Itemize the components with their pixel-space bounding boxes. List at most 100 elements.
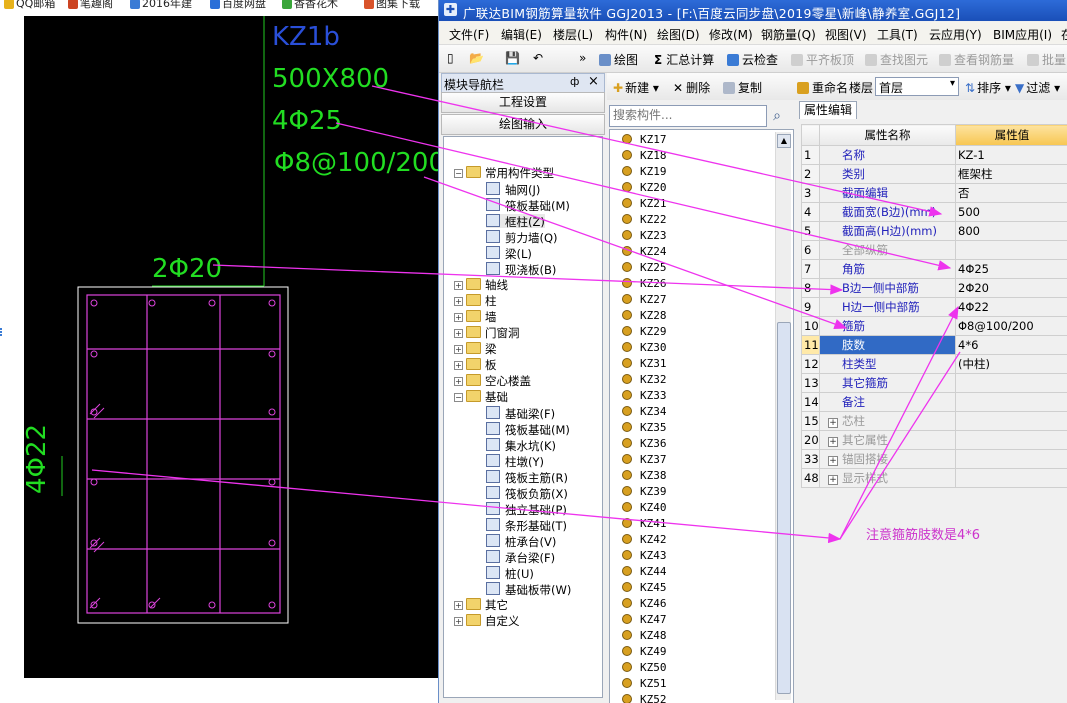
tree-toggle-wall[interactable]: + <box>454 313 463 322</box>
filter-button[interactable]: ▼ 过滤 ▾ <box>1015 79 1060 96</box>
list-item[interactable]: KZ37 <box>622 452 667 467</box>
list-item[interactable]: KZ23 <box>622 228 667 243</box>
list-item[interactable]: KZ44 <box>622 564 667 579</box>
tree-item-strip-footing[interactable]: 条形基础(T) <box>486 518 567 533</box>
property-value[interactable]: 4*6 <box>955 335 1067 355</box>
pin-icon[interactable]: ф <box>570 75 579 88</box>
list-item[interactable]: KZ35 <box>622 420 667 435</box>
property-value[interactable]: Φ8@100/200 <box>955 316 1067 336</box>
delete-button[interactable]: ✕ 删除 <box>673 79 710 96</box>
expand-icon[interactable]: + <box>828 418 838 428</box>
batch-button[interactable]: 批量 <box>1027 51 1066 68</box>
property-row[interactable]: 7 角筋 4Φ25 <box>801 259 1067 279</box>
list-item[interactable]: KZ17 <box>622 132 667 147</box>
property-value[interactable]: 4Φ25 <box>955 259 1067 279</box>
scroll-up-icon[interactable]: ▲ <box>777 134 791 148</box>
cloud-check-button[interactable]: 云检查 <box>727 51 778 68</box>
list-item[interactable]: KZ41 <box>622 516 667 531</box>
menu-bim[interactable]: BIM应用(I) <box>993 26 1052 43</box>
list-item[interactable]: KZ50 <box>622 660 667 675</box>
copy-button[interactable]: 复制 <box>723 79 762 96</box>
menu-floor[interactable]: 楼层(L) <box>553 26 593 43</box>
list-item[interactable]: KZ24 <box>622 244 667 259</box>
property-row[interactable]: 15 + 芯柱 <box>801 411 1067 431</box>
list-scrollbar[interactable]: ▲ <box>775 132 791 700</box>
scrollbar-thumb[interactable] <box>777 322 791 694</box>
tree-item-slab[interactable]: 现浇板(B) <box>486 262 556 277</box>
rename-button[interactable]: 重命名 <box>797 79 848 96</box>
list-item[interactable]: KZ40 <box>622 500 667 515</box>
tree-toggle-slab[interactable]: + <box>454 361 463 370</box>
property-row[interactable]: 8 B边一侧中部筋 2Φ20 <box>801 278 1067 298</box>
tree-item-pile[interactable]: 桩(U) <box>486 566 534 581</box>
property-row[interactable]: 3 截面编辑否 <box>801 183 1067 203</box>
tree-toggle-axis[interactable]: + <box>454 281 463 290</box>
tree-node-openings[interactable]: 门窗洞 <box>466 326 520 340</box>
menu-cloud[interactable]: 云应用(Y) <box>929 26 982 43</box>
property-row[interactable]: 11 肢数 4*6 <box>801 335 1067 355</box>
list-item[interactable]: KZ39 <box>622 484 667 499</box>
list-item[interactable]: KZ21 <box>622 196 667 211</box>
new-file-icon[interactable]: ▯ <box>447 51 454 65</box>
save-icon[interactable]: 💾 <box>505 51 520 65</box>
list-item[interactable]: KZ22 <box>622 212 667 227</box>
property-value[interactable] <box>955 411 1067 431</box>
list-item[interactable]: KZ28 <box>622 308 667 323</box>
property-value[interactable] <box>955 392 1067 412</box>
tree-toggle-hollow[interactable]: + <box>454 377 463 386</box>
property-row[interactable]: 9 H边一侧中部筋 4Φ22 <box>801 297 1067 317</box>
property-value[interactable]: 800 <box>955 221 1067 241</box>
list-item[interactable]: KZ20 <box>622 180 667 195</box>
tree-toggle-common[interactable]: − <box>454 169 463 178</box>
property-row[interactable]: 10 箍筋 Φ8@100/200 <box>801 316 1067 336</box>
list-item[interactable]: KZ32 <box>622 372 667 387</box>
property-value[interactable]: 框架柱 <box>955 164 1067 184</box>
floor-select[interactable]: 首层 ▾ <box>875 77 959 96</box>
list-item[interactable]: KZ33 <box>622 388 667 403</box>
list-item[interactable]: KZ51 <box>622 676 667 691</box>
list-item[interactable]: KZ29 <box>622 324 667 339</box>
find-element-button[interactable]: 查找图元 <box>865 51 928 68</box>
tree-item-raft-neg-rebar[interactable]: 筏板负筋(X) <box>486 486 568 501</box>
tree-node-other[interactable]: 其它 <box>466 598 508 612</box>
tree-item-frame-column[interactable]: 框柱(Z) <box>486 214 545 229</box>
tree-toggle-foundation[interactable]: − <box>454 393 463 402</box>
tree-node-beam[interactable]: 梁 <box>466 342 497 356</box>
tree-node-column[interactable]: 柱 <box>466 294 497 308</box>
property-row[interactable]: 20 + 其它属性 <box>801 430 1067 450</box>
menu-modify[interactable]: 修改(M) <box>709 26 753 43</box>
menu-more[interactable]: 在 <box>1061 26 1067 43</box>
tree-toggle-column[interactable]: + <box>454 297 463 306</box>
list-item[interactable]: KZ19 <box>622 164 667 179</box>
tree-toggle-beam[interactable]: + <box>454 345 463 354</box>
list-item[interactable]: KZ31 <box>622 356 667 371</box>
property-row[interactable]: 12 柱类型 (中柱) <box>801 354 1067 374</box>
list-item[interactable]: KZ52 <box>622 692 667 703</box>
list-item[interactable]: KZ30 <box>622 340 667 355</box>
tree-item-found-raft[interactable]: 筏板基础(M) <box>486 422 570 437</box>
tree-item-shear-wall[interactable]: 剪力墙(Q) <box>486 230 558 245</box>
expand-icon[interactable]: + <box>828 475 838 485</box>
property-value[interactable] <box>955 430 1067 450</box>
list-item[interactable]: KZ36 <box>622 436 667 451</box>
property-value[interactable]: 否 <box>955 183 1067 203</box>
search-icon[interactable]: ⌕ <box>767 105 787 127</box>
tree-item-isolated-footing[interactable]: 独立基础(P) <box>486 502 567 517</box>
property-value[interactable]: KZ-1 <box>955 145 1067 165</box>
cad-drawing-canvas[interactable]: KZ1b 500X800 4Φ25 Φ8@100/200 2Φ20 4Φ22 <box>24 16 438 678</box>
bookmark-jian[interactable]: 2016年建 <box>130 0 192 11</box>
property-value[interactable] <box>955 373 1067 393</box>
list-item[interactable]: KZ46 <box>622 596 667 611</box>
menu-draw[interactable]: 绘图(D) <box>657 26 700 43</box>
tree-item-beam[interactable]: 梁(L) <box>486 246 532 261</box>
view-rebar-button[interactable]: 查看钢筋量 <box>939 51 1014 68</box>
menu-edit[interactable]: 编辑(E) <box>501 26 542 43</box>
tree-toggle-other[interactable]: + <box>454 601 463 610</box>
list-item[interactable]: KZ48 <box>622 628 667 643</box>
tree-node-wall[interactable]: 墙 <box>466 310 497 324</box>
property-value[interactable] <box>955 468 1067 488</box>
property-value[interactable] <box>955 449 1067 469</box>
property-row[interactable]: 33 + 锚固搭接 <box>801 449 1067 469</box>
draw-button[interactable]: 绘图 <box>599 51 638 68</box>
expand-icon[interactable]: + <box>828 456 838 466</box>
